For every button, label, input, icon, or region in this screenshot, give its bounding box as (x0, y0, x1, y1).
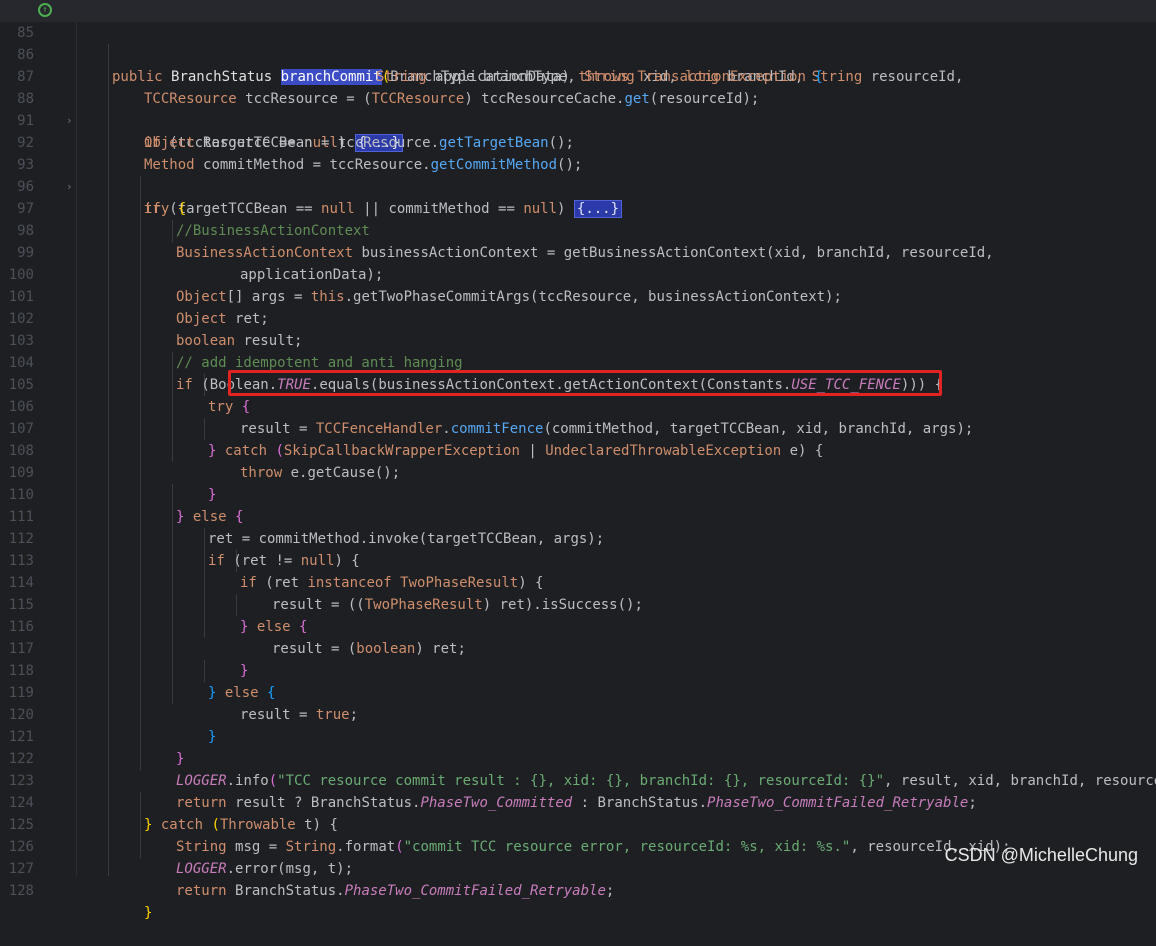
code-line[interactable]: 114 result = ((TwoPhaseResult) ret).isSu… (0, 550, 1156, 613)
code-line[interactable]: 103 // add idempotent and anti hanging (0, 308, 1156, 371)
code-line[interactable]: 104 if (Boolean.TRUE.equals(businessActi… (0, 330, 1156, 393)
code-line[interactable]: 110 } else { (0, 462, 1156, 525)
code-line[interactable]: 117 } (0, 616, 1156, 679)
highlight-annotation-box (228, 370, 942, 396)
code-line[interactable]: 126 LOGGER.error(msg, t); (0, 814, 1156, 877)
code-line[interactable]: 87 TCCResource tccResource = (TCCResourc… (0, 44, 1156, 107)
code-line[interactable]: 100 Object[] args = this.getTwoPhaseComm… (0, 242, 1156, 305)
code-line[interactable]: 101 Object ret; (0, 264, 1156, 327)
implementation-marker-icon[interactable]: ↑ (38, 3, 52, 17)
code-line[interactable]: 119 result = true; (0, 660, 1156, 723)
code-line[interactable]: 88 › if (tccResource == null) {...} (0, 66, 1156, 152)
code-line[interactable]: 125 String msg = String.format("commit T… (0, 792, 1156, 855)
code-line[interactable]: 108 throw e.getCause(); (0, 418, 1156, 481)
code-line[interactable]: 123 return result ? BranchStatus.PhaseTw… (0, 748, 1156, 811)
code-line[interactable]: 92 Method commitMethod = tccResource.get… (0, 110, 1156, 173)
code-line[interactable]: 98 BusinessActionContext businessActionC… (0, 198, 1156, 261)
code-line[interactable]: 115 } else { (0, 572, 1156, 635)
code-line[interactable]: 86 String applicationData) throws Transa… (0, 22, 1156, 85)
code-line[interactable]: 118 } else { (0, 638, 1156, 701)
code-line[interactable]: 109 } (0, 440, 1156, 503)
code-line[interactable]: 113 if (ret instanceof TwoPhaseResult) { (0, 528, 1156, 591)
code-editor[interactable]: 85 ↑ public BranchStatus branchCommit(Br… (0, 0, 1156, 921)
code-line[interactable]: 121 } (0, 704, 1156, 767)
code-line[interactable]: 107 } catch (SkipCallbackWrapperExceptio… (0, 396, 1156, 459)
code-line[interactable]: 99 applicationData); (0, 220, 1156, 283)
code-line[interactable]: 124 } catch (Throwable t) { (0, 770, 1156, 833)
watermark: CSDN @MichelleChung (944, 845, 1138, 865)
code-text: } (144, 905, 153, 921)
code-line[interactable]: 116 result = (boolean) ret; (0, 594, 1156, 657)
code-line[interactable]: 112 if (ret != null) { (0, 506, 1156, 569)
code-line[interactable]: 120 } (0, 682, 1156, 745)
code-line[interactable]: 91 Object targetTCCBean = tccResource.ge… (0, 88, 1156, 151)
code-line[interactable]: 102 boolean result; (0, 286, 1156, 349)
code-line[interactable]: 96 try { (0, 154, 1156, 217)
code-line[interactable]: 85 ↑ public BranchStatus branchCommit(Br… (0, 0, 1156, 85)
code-line[interactable]: 111 ret = commitMethod.invoke(targetTCCB… (0, 484, 1156, 547)
code-line[interactable]: 97 //BusinessActionContext (0, 176, 1156, 239)
line-number: 128 (8, 883, 34, 899)
code-line[interactable]: 122 LOGGER.info("TCC resource commit res… (0, 726, 1156, 789)
code-line[interactable]: 93 › if (targetTCCBean == null || commit… (0, 132, 1156, 218)
code-text: return BranchStatus.PhaseTwo_CommitFaile… (176, 883, 615, 899)
